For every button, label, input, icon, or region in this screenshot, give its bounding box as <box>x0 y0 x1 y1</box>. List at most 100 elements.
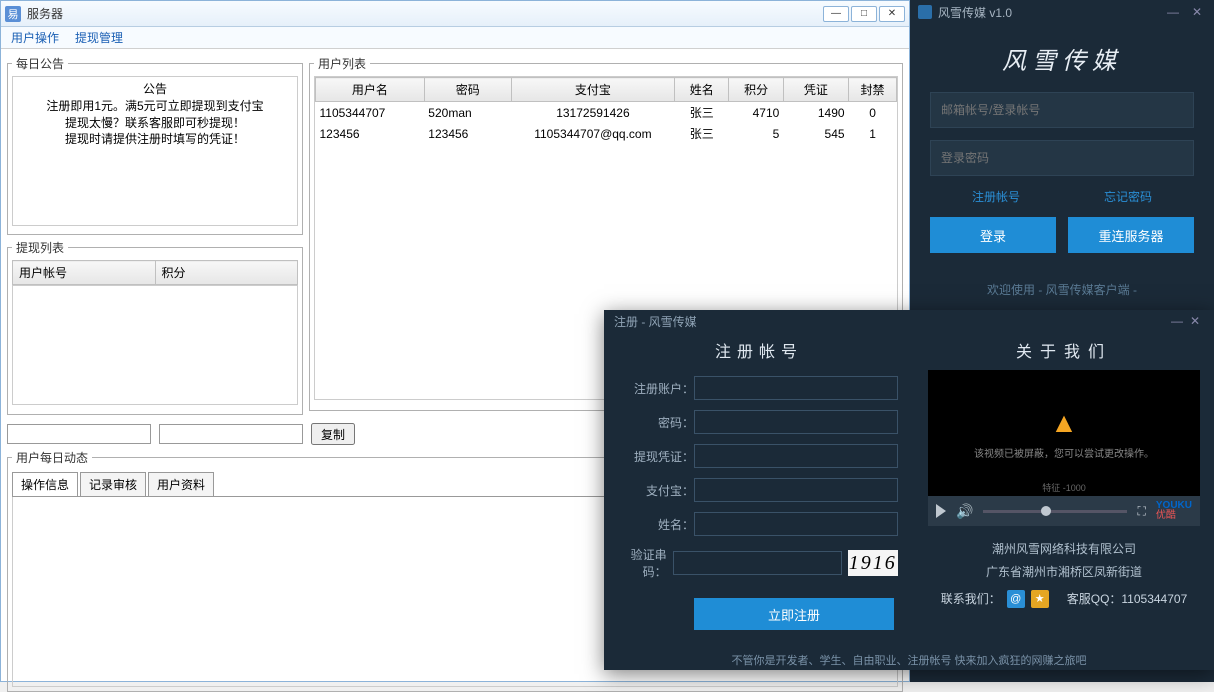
menu-withdraw-mgmt[interactable]: 提现管理 <box>75 29 123 46</box>
cell-name: 张三 <box>675 123 729 144</box>
register-heading: 注册帐号 <box>620 338 898 362</box>
label-name: 姓名： <box>620 516 694 533</box>
register-name-input[interactable] <box>694 512 898 536</box>
qq-contact: 客服QQ：1105344707 <box>1067 590 1188 607</box>
register-captcha-input[interactable] <box>673 551 842 575</box>
cell-name: 张三 <box>675 102 729 124</box>
withdraw-table-body[interactable] <box>12 285 298 405</box>
reconnect-button[interactable]: 重连服务器 <box>1068 217 1194 253</box>
notice-line: 提现时请提供注册时填写的凭证！ <box>15 131 295 148</box>
warning-icon: ▲ <box>1050 407 1078 439</box>
client-titlebar[interactable]: 风雪传媒 v1.0 — ✕ <box>910 0 1214 24</box>
col-alipay[interactable]: 支付宝 <box>511 78 674 102</box>
withdraw-col-user[interactable]: 用户帐号 <box>13 261 156 285</box>
register-footer-text: 不管你是开发者、学生、自由职业、注册帐号 快来加入疯狂的网赚之旅吧 <box>604 650 1214 670</box>
client-title: 风雪传媒 v1.0 <box>938 4 1012 21</box>
youku-logo: YOUKU优酷 <box>1156 501 1192 521</box>
video-time: 特征 -1000 <box>1042 481 1086 494</box>
col-cert[interactable]: 凭证 <box>783 78 848 102</box>
table-row[interactable]: 1234561234561105344707@qq.com张三55451 <box>316 123 897 144</box>
contact-label: 联系我们： <box>941 590 1001 607</box>
register-titlebar[interactable]: 注册 - 风雪传媒 — ✕ <box>604 310 1214 332</box>
server-titlebar[interactable]: 易 服务器 — □ ✕ <box>1 1 909 27</box>
register-close-button[interactable]: ✕ <box>1186 314 1204 328</box>
notice-line: 提现太慢？联系客服即可秒提现！ <box>15 115 295 132</box>
company-address: 广东省潮州市湘桥区凤新街道 <box>928 561 1200 584</box>
copy-input-1[interactable] <box>7 424 151 444</box>
withdraw-table[interactable]: 用户帐号 积分 <box>12 260 298 285</box>
register-submit-button[interactable]: 立即注册 <box>694 598 894 630</box>
register-password-input[interactable] <box>694 410 898 434</box>
label-alipay: 支付宝： <box>620 482 694 499</box>
client-welcome-text: 欢迎使用 - 风雪传媒客户端 - <box>930 281 1194 298</box>
volume-icon[interactable]: 🔊 <box>956 503 973 520</box>
cell-alipay: 1105344707@qq.com <box>511 123 674 144</box>
server-title: 服务器 <box>27 5 63 22</box>
play-icon[interactable] <box>936 504 946 518</box>
login-button[interactable]: 登录 <box>930 217 1056 253</box>
captcha-image[interactable]: 1916 <box>848 550 898 576</box>
cell-user: 1105344707 <box>316 102 425 124</box>
label-cert: 提现凭证： <box>620 448 694 465</box>
menu-user-ops[interactable]: 用户操作 <box>11 29 59 46</box>
weibo-icon[interactable]: @ <box>1007 590 1025 608</box>
close-button[interactable]: ✕ <box>879 6 905 22</box>
video-player[interactable]: ▲ 该视频已被屏蔽，您可以尝试更改操作。 特征 -1000 <box>928 370 1200 496</box>
cell-points: 4710 <box>729 102 783 124</box>
register-window: 注册 - 风雪传媒 — ✕ 注册帐号 注册账户： 密码： 提现凭证： 支付宝： … <box>604 310 1214 670</box>
server-menubar: 用户操作 提现管理 <box>1 27 909 49</box>
label-account: 注册账户： <box>620 380 694 397</box>
notice-textarea[interactable]: 公告 注册即用1元。满5元可立即提现到支付宝 提现太慢？联系客服即可秒提现！ 提… <box>12 76 298 226</box>
star-icon[interactable]: ★ <box>1031 590 1049 608</box>
copy-input-2[interactable] <box>159 424 303 444</box>
daily-notice-legend: 每日公告 <box>12 55 68 72</box>
col-password[interactable]: 密码 <box>424 78 511 102</box>
video-error-text: 该视频已被屏蔽，您可以尝试更改操作。 <box>974 445 1154 460</box>
about-panel: 关于我们 ▲ 该视频已被屏蔽，您可以尝试更改操作。 特征 -1000 🔊 ⛶ Y… <box>914 332 1214 650</box>
login-password-input[interactable] <box>930 140 1194 176</box>
cell-ban: 0 <box>849 102 897 124</box>
user-list-legend: 用户列表 <box>314 55 370 72</box>
daily-notice-group: 每日公告 公告 注册即用1元。满5元可立即提现到支付宝 提现太慢？联系客服即可秒… <box>7 55 303 235</box>
client-close-button[interactable]: ✕ <box>1188 3 1206 21</box>
table-row[interactable]: 1105344707520man13172591426张三471014900 <box>316 102 897 124</box>
notice-title: 公告 <box>15 81 295 98</box>
col-username[interactable]: 用户名 <box>316 78 425 102</box>
col-points[interactable]: 积分 <box>729 78 783 102</box>
minimize-button[interactable]: — <box>823 6 849 22</box>
label-password: 密码： <box>620 414 694 431</box>
forgot-password-link[interactable]: 忘记密码 <box>1104 188 1152 205</box>
login-user-input[interactable] <box>930 92 1194 128</box>
withdraw-list-group: 提现列表 用户帐号 积分 <box>7 239 303 415</box>
company-name: 潮州风雪网络科技有限公司 <box>928 538 1200 561</box>
register-account-input[interactable] <box>694 376 898 400</box>
copy-button[interactable]: 复制 <box>311 423 355 445</box>
register-alipay-input[interactable] <box>694 478 898 502</box>
client-minimize-button[interactable]: — <box>1164 3 1182 21</box>
app-icon: 易 <box>5 6 21 22</box>
user-table[interactable]: 用户名 密码 支付宝 姓名 积分 凭证 封禁 1105344707520man1… <box>315 77 897 144</box>
register-link[interactable]: 注册帐号 <box>972 188 1020 205</box>
cell-alipay: 13172591426 <box>511 102 674 124</box>
maximize-button[interactable]: □ <box>851 6 877 22</box>
label-captcha: 验证串码： <box>620 546 667 580</box>
col-name[interactable]: 姓名 <box>675 78 729 102</box>
withdraw-col-points[interactable]: 积分 <box>155 261 298 285</box>
cell-pwd: 520man <box>424 102 511 124</box>
register-title: 注册 - 风雪传媒 <box>614 313 697 330</box>
cell-pwd: 123456 <box>424 123 511 144</box>
withdraw-legend: 提现列表 <box>12 239 68 256</box>
cell-cert: 1490 <box>783 102 848 124</box>
register-minimize-button[interactable]: — <box>1168 314 1186 328</box>
col-ban[interactable]: 封禁 <box>849 78 897 102</box>
tab-record-review[interactable]: 记录审核 <box>80 472 146 496</box>
activity-legend: 用户每日动态 <box>12 449 92 466</box>
tab-user-profile[interactable]: 用户资料 <box>148 472 214 496</box>
cell-user: 123456 <box>316 123 425 144</box>
register-cert-input[interactable] <box>694 444 898 468</box>
client-logo: 风雪传媒 <box>910 24 1214 92</box>
volume-slider[interactable] <box>983 510 1127 513</box>
notice-line: 注册即用1元。满5元可立即提现到支付宝 <box>15 98 295 115</box>
fullscreen-icon[interactable]: ⛶ <box>1137 504 1145 519</box>
tab-op-info[interactable]: 操作信息 <box>12 472 78 496</box>
